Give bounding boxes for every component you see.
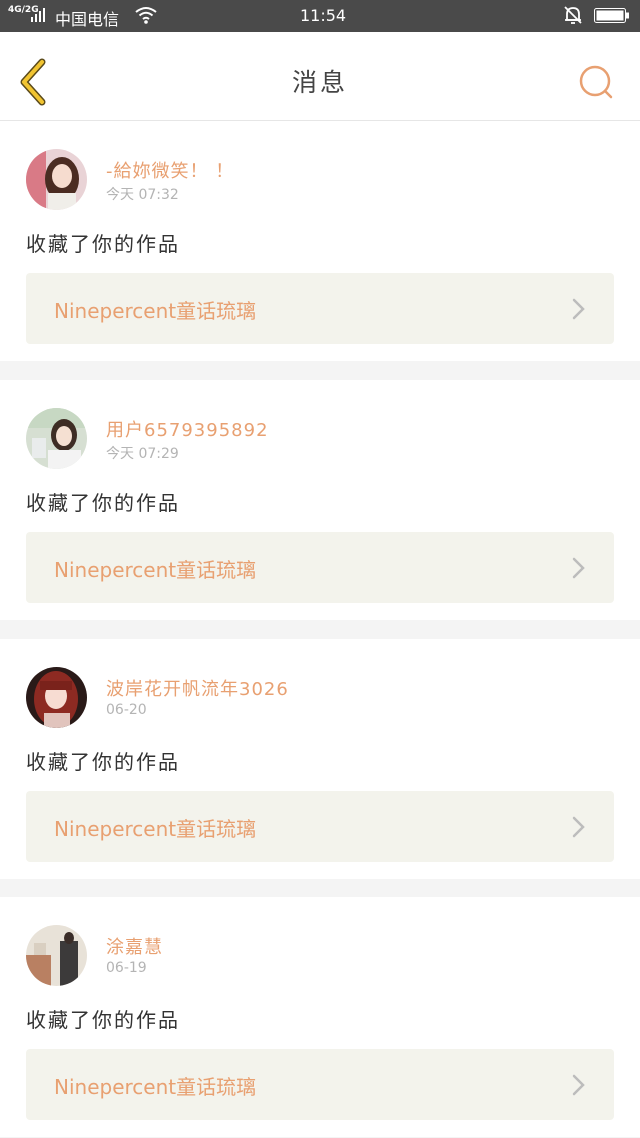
work-title: Ninepercent童话琉璃	[54, 817, 257, 841]
avatar[interactable]	[26, 408, 87, 469]
clock: 11:54	[300, 6, 347, 25]
battery-icon	[594, 8, 629, 23]
chevron-right-icon	[572, 298, 585, 320]
username-link[interactable]: 涂嘉慧	[106, 933, 163, 959]
work-link[interactable]: Ninepercent童话琉璃	[26, 1049, 614, 1120]
username-link[interactable]: 波岸花开帆流年3026	[106, 675, 289, 701]
timestamp: 06-20	[106, 702, 147, 718]
work-title: Ninepercent童话琉璃	[54, 299, 257, 323]
message-card: 涂嘉慧 06-19 收藏了你的作品 Ninepercent童话琉璃	[0, 897, 640, 1137]
wifi-icon	[135, 7, 157, 24]
work-title: Ninepercent童话琉璃	[54, 1075, 257, 1099]
search-icon[interactable]	[576, 62, 616, 102]
back-button[interactable]	[18, 58, 48, 106]
action-text: 收藏了你的作品	[26, 1008, 180, 1032]
message-card: -給妳微笑！ ！ 今天 07:32 收藏了你的作品 Ninepercent童话琉…	[0, 121, 640, 361]
username-link[interactable]: 用户6579395892	[106, 416, 269, 442]
work-link[interactable]: Ninepercent童话琉璃	[26, 273, 614, 344]
action-text: 收藏了你的作品	[26, 232, 180, 256]
network-type: 4G/2G	[8, 5, 39, 15]
timestamp: 今天 07:29	[106, 446, 179, 462]
message-card: 用户6579395892 今天 07:29 收藏了你的作品 Ninepercen…	[0, 380, 640, 620]
action-text: 收藏了你的作品	[26, 491, 180, 515]
nav-header: 消息	[0, 32, 640, 121]
work-link[interactable]: Ninepercent童话琉璃	[26, 791, 614, 862]
chevron-right-icon	[572, 557, 585, 579]
username-link[interactable]: -給妳微笑！ ！	[106, 157, 234, 183]
avatar[interactable]	[26, 149, 87, 210]
chevron-right-icon	[572, 1074, 585, 1096]
chevron-right-icon	[572, 816, 585, 838]
timestamp: 06-19	[106, 960, 147, 976]
page-title: 消息	[291, 68, 348, 97]
carrier-name: 中国电信	[55, 10, 120, 29]
timestamp: 今天 07:32	[106, 187, 179, 203]
work-title: Ninepercent童话琉璃	[54, 558, 257, 582]
signal-icon	[31, 8, 45, 22]
avatar[interactable]	[26, 667, 87, 728]
message-card: 波岸花开帆流年3026 06-20 收藏了你的作品 Ninepercent童话琉…	[0, 639, 640, 879]
action-text: 收藏了你的作品	[26, 750, 180, 774]
work-link[interactable]: Ninepercent童话琉璃	[26, 532, 614, 603]
bell-muted-icon	[564, 6, 582, 24]
avatar[interactable]	[26, 925, 87, 986]
status-bar: 4G/2G 中国电信 11:54	[0, 0, 640, 32]
